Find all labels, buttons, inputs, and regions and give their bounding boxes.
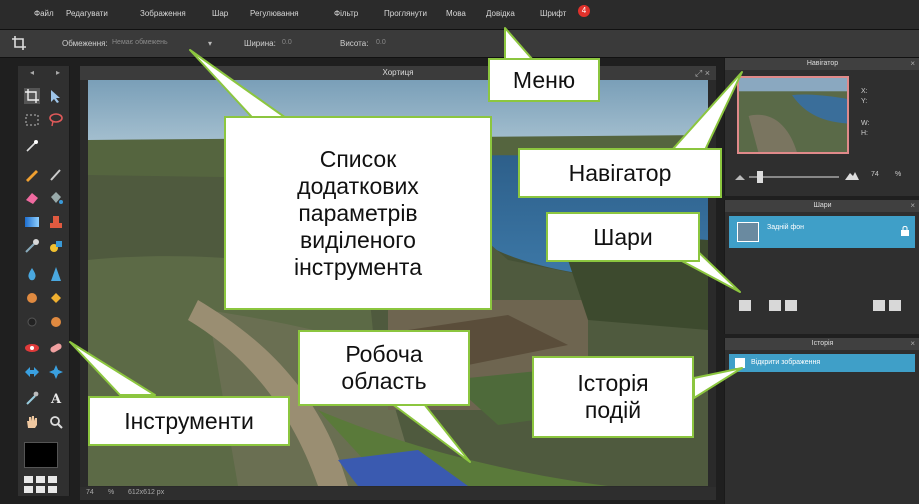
- document-title: Хортиця: [80, 66, 716, 80]
- grid-toggle-icon[interactable]: [24, 476, 58, 494]
- width-input[interactable]: 0.0: [282, 39, 292, 46]
- layer-group-icon[interactable]: [785, 300, 797, 311]
- lasso-tool-icon[interactable]: [48, 112, 64, 128]
- menu-filter[interactable]: Фільтр: [334, 9, 358, 18]
- lock-icon[interactable]: [901, 226, 909, 236]
- crop-icon: [12, 36, 26, 50]
- callout-layers: Шари: [546, 212, 700, 262]
- width-label: Ширина:: [244, 39, 276, 48]
- zoom-in-icon[interactable]: [845, 170, 859, 180]
- type-tool-icon[interactable]: A: [48, 390, 64, 406]
- callout-menu: Меню: [488, 58, 600, 102]
- svg-text:A: A: [50, 392, 62, 406]
- dodge-tool-icon[interactable]: [24, 314, 40, 330]
- history-title: Історія: [725, 338, 919, 350]
- color-swatch[interactable]: [24, 442, 58, 468]
- magic-wand-icon[interactable]: [24, 138, 40, 154]
- menu-layer[interactable]: Шар: [212, 9, 228, 18]
- eyedropper-tool-icon[interactable]: [24, 390, 40, 406]
- menu-bar: Файл Редагувати Зображення Шар Регулюван…: [0, 0, 919, 30]
- layer-thumbnail: [737, 222, 759, 242]
- layer-tools-row: [735, 300, 915, 314]
- smudge-tool-icon[interactable]: [24, 290, 40, 306]
- red-eye-tool-icon[interactable]: [24, 340, 40, 356]
- history-item[interactable]: Відкрити зображення: [729, 354, 915, 372]
- callout-options-list: Список додаткових параметрів виділеного …: [224, 116, 492, 310]
- bloat-tool-icon[interactable]: [24, 364, 40, 380]
- navigator-thumbnail[interactable]: [737, 76, 849, 154]
- close-icon[interactable]: ×: [910, 200, 915, 212]
- gradient-tool-icon[interactable]: [24, 214, 40, 230]
- hand-tool-icon[interactable]: [24, 414, 40, 430]
- callout-navigator: Навігатор: [518, 148, 722, 198]
- navigator-panel: Навігатор × X: Y: W: H: 74 %: [724, 58, 919, 196]
- percent-sign: %: [108, 489, 115, 496]
- menu-view[interactable]: Проглянути: [384, 9, 427, 18]
- zoom-slider-row: 74 %: [735, 170, 915, 184]
- menu-language[interactable]: Мова: [446, 9, 466, 18]
- drawing-tool-icon[interactable]: [48, 238, 64, 254]
- pencil-tool-icon[interactable]: [24, 166, 40, 182]
- navigator-title: Навігатор: [725, 58, 919, 70]
- menu-font[interactable]: Шрифт: [540, 9, 566, 18]
- navigator-percent: %: [895, 171, 902, 178]
- image-size: 612x612 px: [128, 489, 165, 496]
- history-entry-label: Відкрити зображення: [751, 359, 821, 366]
- nav-y-label: Y:: [861, 98, 868, 105]
- layer-name: Задній фон: [767, 224, 804, 231]
- zoom-slider-thumb[interactable]: [757, 171, 763, 183]
- delete-layer-icon[interactable]: [889, 300, 901, 311]
- menu-edit[interactable]: Редагувати: [66, 9, 108, 18]
- constraint-select[interactable]: Немає обмежень: [112, 39, 168, 46]
- zoom-value[interactable]: 74: [86, 489, 94, 496]
- brush-tool-icon[interactable]: [48, 166, 64, 182]
- layers-title: Шари: [725, 200, 919, 212]
- layers-panel: Шари × Задній фон: [724, 200, 919, 334]
- eraser-tool-icon[interactable]: [24, 190, 40, 206]
- menu-adjust[interactable]: Регулювання: [250, 9, 299, 18]
- stamp-tool-icon[interactable]: [48, 214, 64, 230]
- close-icon[interactable]: ×: [910, 58, 915, 70]
- open-image-icon: [735, 358, 745, 368]
- height-input[interactable]: 0.0: [376, 39, 386, 46]
- chevron-down-icon[interactable]: ▾: [208, 39, 212, 48]
- close-icon[interactable]: ×: [910, 338, 915, 350]
- sponge-tool-icon[interactable]: [48, 290, 64, 306]
- move-tool-icon[interactable]: [48, 88, 64, 104]
- pinch-tool-icon[interactable]: [48, 364, 64, 380]
- callout-tools: Інструменти: [88, 396, 290, 446]
- nav-h-label: H:: [861, 130, 868, 137]
- callout-history: Історія подій: [532, 356, 694, 438]
- spot-heal-tool-icon[interactable]: [48, 340, 64, 356]
- navigator-zoom[interactable]: 74: [871, 171, 879, 178]
- crop-tool-icon[interactable]: [24, 88, 40, 104]
- history-panel: Історія × Відкрити зображення: [724, 338, 919, 504]
- nav-w-label: W:: [861, 120, 870, 127]
- bucket-tool-icon[interactable]: [48, 190, 64, 206]
- menu-image[interactable]: Зображення: [140, 9, 186, 18]
- sharpen-tool-icon[interactable]: [48, 266, 64, 282]
- status-bar: 74 % 612x612 px: [80, 487, 716, 500]
- options-bar: Обмеження: Немає обмежень ▾ Ширина: 0.0 …: [0, 30, 919, 58]
- tools-panel: ◂ ▸ A: [18, 66, 70, 496]
- menu-help[interactable]: Довідка: [486, 9, 515, 18]
- layer-item[interactable]: Задній фон: [729, 216, 915, 248]
- nav-x-label: X:: [861, 88, 868, 95]
- menu-file[interactable]: Файл: [34, 9, 54, 18]
- zoom-out-icon[interactable]: [735, 172, 745, 180]
- notification-badge: 4: [578, 5, 590, 17]
- blur-tool-icon[interactable]: [24, 266, 40, 282]
- new-layer-icon[interactable]: [873, 300, 885, 311]
- marquee-tool-icon[interactable]: [24, 112, 40, 128]
- constraint-label: Обмеження:: [62, 39, 108, 48]
- close-document-icon[interactable]: ⤢ ×: [695, 66, 710, 80]
- layer-style-icon[interactable]: [739, 300, 751, 311]
- burn-tool-icon[interactable]: [48, 314, 64, 330]
- panel-collapse-arrows[interactable]: ◂ ▸: [22, 68, 66, 80]
- callout-work-area: Робоча область: [298, 330, 470, 406]
- layer-mask-icon[interactable]: [769, 300, 781, 311]
- zoom-tool-icon[interactable]: [48, 414, 64, 430]
- color-replace-icon[interactable]: [24, 238, 40, 254]
- height-label: Висота:: [340, 39, 369, 48]
